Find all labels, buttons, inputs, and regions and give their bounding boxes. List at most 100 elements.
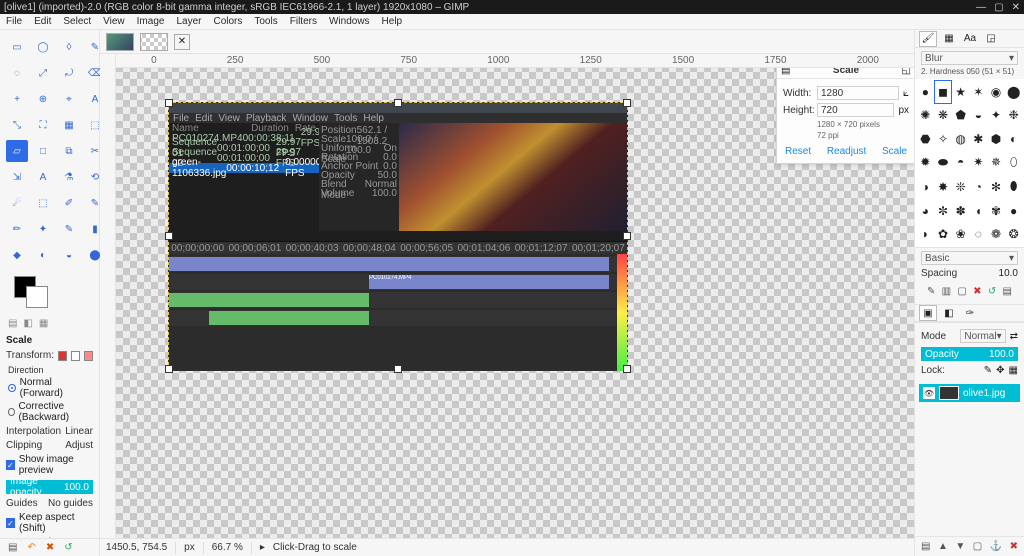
menu-view[interactable]: View <box>103 16 125 27</box>
brush-item[interactable]: ✻ <box>988 175 1005 198</box>
tool-17[interactable]: □ <box>32 140 54 162</box>
clipping-value[interactable]: Adjust <box>65 440 93 451</box>
unit-selector[interactable]: px <box>898 105 909 116</box>
mode-switch-icon[interactable]: ⇄ <box>1010 331 1018 342</box>
paths-tab[interactable]: ✑ <box>961 305 979 321</box>
brush-item[interactable]: ⬣ <box>917 128 934 150</box>
device-status-icon[interactable]: ◧ <box>23 318 32 329</box>
transform-handle-s[interactable] <box>394 365 402 373</box>
brush-item[interactable]: ✿ <box>935 223 952 245</box>
brush-item[interactable]: ❋ <box>935 104 952 126</box>
tool-33[interactable]: ◐ <box>32 244 54 266</box>
transform-handle-w[interactable] <box>165 232 173 240</box>
lower-layer-icon[interactable]: ▼ <box>955 541 965 552</box>
patterns-tab[interactable]: ▦ <box>940 31 958 47</box>
visibility-icon[interactable]: 👁 <box>923 387 935 399</box>
tool-18[interactable]: ⧉ <box>58 140 80 162</box>
lock-pixels-icon[interactable]: ✎ <box>984 365 992 376</box>
refresh-brush-icon[interactable]: ↺ <box>988 286 996 297</box>
brush-item[interactable]: ◌ <box>970 223 987 245</box>
anchor-layer-icon[interactable]: ⚓ <box>990 541 1002 552</box>
brush-item[interactable]: ✧ <box>935 128 952 150</box>
brushes-tab[interactable]: 🖌 <box>919 31 937 47</box>
brush-item[interactable]: ✹ <box>917 151 934 174</box>
canvas[interactable]: FileEditViewPlaybackWindowToolsHelp Name… <box>116 68 914 538</box>
brush-item[interactable]: ✶ <box>970 81 987 103</box>
undo-icon[interactable]: ↶ <box>27 542 35 553</box>
tool-25[interactable]: ⬚ <box>32 192 54 214</box>
brush-preset-combo[interactable]: Basic▾ <box>921 251 1018 265</box>
tool-30[interactable]: ✎ <box>58 218 80 240</box>
scale-dialog-config-icon[interactable]: ▤ <box>781 68 790 76</box>
brush-item[interactable]: ◕ <box>917 199 934 221</box>
tool-20[interactable]: ⇲ <box>6 166 28 188</box>
image-layer[interactable]: FileEditViewPlaybackWindowToolsHelp Name… <box>168 102 628 370</box>
tool-10[interactable]: ⌖ <box>58 88 80 110</box>
menu-windows[interactable]: Windows <box>329 16 370 27</box>
new-brush-icon[interactable]: ▥ <box>942 286 951 297</box>
status-unit[interactable]: px <box>184 542 195 553</box>
dup-brush-icon[interactable]: ▢ <box>957 286 966 297</box>
tool-16[interactable]: ▱ <box>6 140 28 162</box>
menu-edit[interactable]: Edit <box>34 16 51 27</box>
fonts-tab[interactable]: Aa <box>961 31 979 47</box>
brush-item[interactable]: ✸ <box>935 175 952 198</box>
brush-item[interactable]: ⬟ <box>952 104 969 126</box>
open-as-image-icon[interactable]: ▤ <box>1002 286 1011 297</box>
edit-brush-icon[interactable]: ✎ <box>927 286 935 297</box>
images-icon[interactable]: ▦ <box>39 318 48 329</box>
tool-24[interactable]: ☄ <box>6 192 28 214</box>
scale-reset-button[interactable]: Reset <box>785 146 811 157</box>
menu-tools[interactable]: Tools <box>254 16 277 27</box>
brush-item[interactable]: ❁ <box>988 223 1005 245</box>
transform-handle-nw[interactable] <box>165 99 173 107</box>
keep-aspect-checkbox[interactable]: ✓Keep aspect (Shift) <box>6 512 93 534</box>
tool-8[interactable]: + <box>6 88 28 110</box>
transform-layer-icon[interactable] <box>58 351 67 361</box>
brush-item[interactable]: ✦ <box>988 104 1005 126</box>
brush-item[interactable]: ❂ <box>1005 223 1022 245</box>
tool-4[interactable]: ◌ <box>6 62 28 84</box>
tool-12[interactable]: ⤡ <box>6 114 28 136</box>
save-preset-icon[interactable]: ▤ <box>8 542 17 553</box>
background-color[interactable] <box>26 286 48 308</box>
brush-item[interactable]: ❀ <box>952 223 969 245</box>
tool-2[interactable]: ◊ <box>58 36 80 58</box>
brush-item[interactable]: ❊ <box>952 175 969 198</box>
brush-item[interactable]: ❉ <box>1005 104 1022 126</box>
brush-item[interactable]: ◓ <box>952 151 969 174</box>
brush-item[interactable]: ✺ <box>917 104 934 126</box>
transform-path-icon[interactable] <box>84 351 93 361</box>
menu-select[interactable]: Select <box>63 16 91 27</box>
tool-9[interactable]: ⊕ <box>32 88 54 110</box>
brush-item[interactable]: ⬬ <box>935 151 952 174</box>
brush-item[interactable]: ◉ <box>988 81 1005 103</box>
tool-14[interactable]: ▦ <box>58 114 80 136</box>
brush-item[interactable]: ★ <box>952 81 969 103</box>
transform-handle-sw[interactable] <box>165 365 173 373</box>
raise-layer-icon[interactable]: ▲ <box>938 541 948 552</box>
image-tab-2[interactable] <box>140 33 168 51</box>
tool-22[interactable]: ⚗ <box>58 166 80 188</box>
minimize-icon[interactable]: — <box>976 2 986 13</box>
layer-mode-combo[interactable]: Normal▾ <box>960 329 1005 343</box>
layer-row[interactable]: 👁 olive1.jpg <box>919 384 1020 402</box>
scale-dialog-detach-icon[interactable]: ◱ <box>902 68 911 76</box>
brush-item[interactable]: ◍ <box>952 128 969 150</box>
lock-alpha-icon[interactable]: ▦ <box>1009 365 1018 376</box>
image-tab-1[interactable] <box>106 33 134 51</box>
brush-item[interactable]: ✵ <box>988 151 1005 174</box>
brush-item[interactable]: ◖ <box>970 199 987 221</box>
tool-28[interactable]: ✏ <box>6 218 28 240</box>
tool-preset-icon[interactable]: ▤ <box>8 318 17 329</box>
tool-0[interactable]: ▭ <box>6 36 28 58</box>
brush-item[interactable]: ⬯ <box>1005 151 1022 174</box>
layers-tab[interactable]: ▣ <box>919 305 937 321</box>
scale-readjust-button[interactable]: Readjust <box>827 146 866 157</box>
tool-13[interactable]: ⛶ <box>32 114 54 136</box>
image-opacity-slider[interactable]: Image opacity 100.0 <box>6 480 93 494</box>
reset-icon[interactable]: ↺ <box>64 542 72 553</box>
lock-position-icon[interactable]: ✥ <box>996 365 1004 376</box>
maximize-icon[interactable]: ▢ <box>994 2 1003 13</box>
status-zoom[interactable]: 66.7 % <box>212 542 243 553</box>
